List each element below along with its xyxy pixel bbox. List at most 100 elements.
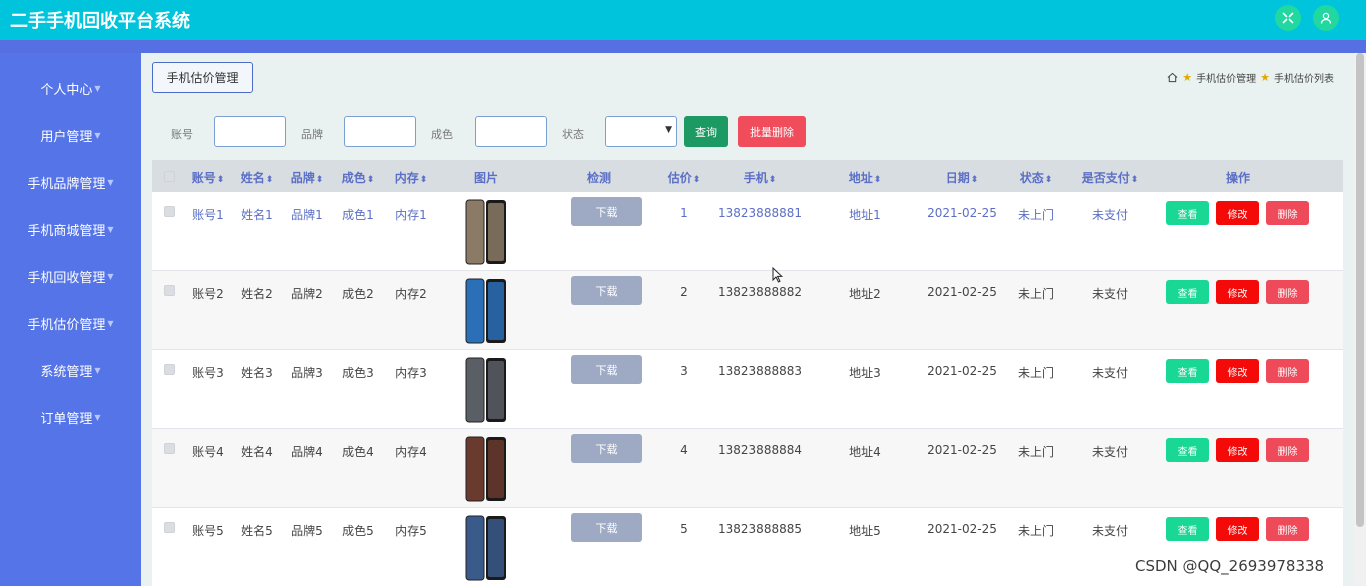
user-icon[interactable] [1313,5,1339,31]
col-name[interactable]: 姓名⬍ [241,169,274,186]
breadcrumb: ★ 手机估价管理 ★ 手机估价列表 [1167,70,1334,85]
row-checkbox[interactable] [164,364,175,375]
account-label: 账号 [171,128,193,141]
cell-brand: 品牌4 [291,445,323,459]
chevron-down-icon: ▼ [94,366,101,375]
delete-button[interactable]: 删除 [1266,517,1309,541]
condition-label: 成色 [431,128,453,141]
sidebar-item-recycle-management[interactable]: 手机回收管理 ▼ [0,253,141,300]
condition-input[interactable] [475,116,547,147]
edit-button[interactable]: 修改 [1216,438,1259,462]
home-icon[interactable] [1167,72,1178,83]
edit-button[interactable]: 修改 [1216,280,1259,304]
download-button[interactable]: 下载 [571,434,642,463]
fullscreen-icon[interactable] [1275,5,1301,31]
view-button[interactable]: 查看 [1166,280,1209,304]
col-price[interactable]: 估价⬍ [668,169,701,186]
delete-button[interactable]: 删除 [1266,280,1309,304]
cell-address: 地址5 [849,524,881,538]
cell-price: 4 [680,443,688,457]
col-status[interactable]: 状态⬍ [1020,169,1053,186]
sidebar-item-order-management[interactable]: 订单管理 ▼ [0,394,141,441]
chevron-down-icon: ▼ [107,319,114,328]
view-button[interactable]: 查看 [1166,359,1209,383]
col-phone[interactable]: 手机⬍ [744,169,777,186]
watermark: CSDN @QQ_2693978338 [1135,557,1325,575]
view-button[interactable]: 查看 [1166,201,1209,225]
phone-image [450,433,521,504]
top-bar: 二手手机回收平台系统 [0,0,1366,40]
col-memory-label: 内存 [394,171,419,185]
query-button[interactable]: 查询 [684,116,728,147]
sidebar-item-label: 手机估价管理 [27,318,106,333]
sort-icon: ⬍ [873,175,882,185]
cell-account: 账号1 [192,208,224,222]
col-date[interactable]: 日期⬍ [946,169,979,186]
vertical-scrollbar[interactable] [1354,53,1366,586]
chevron-down-icon: ▼ [107,225,114,234]
cell-phone: 13823888884 [718,443,802,457]
cell-paid: 未支付 [1091,524,1129,538]
select-all-checkbox[interactable] [164,171,175,182]
sidebar-item-label: 订单管理 [40,412,93,427]
cell-memory: 内存2 [395,287,427,301]
download-button[interactable]: 下载 [571,197,642,226]
sidebar-item-brand-management[interactable]: 手机品牌管理 ▼ [0,159,141,206]
sidebar-item-system-management[interactable]: 系统管理 ▼ [0,347,141,394]
brand-input[interactable] [344,116,416,147]
cell-account: 账号5 [192,524,224,538]
sidebar-item-label: 手机品牌管理 [27,177,106,192]
cell-brand: 品牌1 [291,208,323,222]
breadcrumb-item[interactable]: 手机估价管理 [1196,70,1256,85]
sort-icon: ⬍ [366,175,375,185]
delete-button[interactable]: 删除 [1266,201,1309,225]
cell-account: 账号4 [192,445,224,459]
cell-phone: 13823888881 [718,206,802,220]
phone-image [450,275,521,346]
delete-button[interactable]: 删除 [1266,438,1309,462]
main-content: 手机估价管理 ★ 手机估价管理 ★ 手机估价列表 账号 品牌 成色 状态 ▼ 查… [141,53,1354,586]
page-tag[interactable]: 手机估价管理 [152,62,253,93]
sidebar-item-personal-center[interactable]: 个人中心 ▼ [0,65,141,112]
sidebar-item-label: 手机商城管理 [27,224,106,239]
download-button[interactable]: 下载 [571,513,642,542]
download-button[interactable]: 下载 [571,276,642,305]
sidebar-item-valuation-management[interactable]: 手机估价管理 ▼ [0,300,141,347]
view-button[interactable]: 查看 [1166,517,1209,541]
sidebar-item-label: 个人中心 [40,83,93,98]
cell-condition: 成色2 [342,287,374,301]
col-phone-label: 手机 [743,171,768,185]
cell-date: 2021-02-25 [927,285,997,299]
cell-name: 姓名3 [241,366,273,380]
cell-condition: 成色4 [342,445,374,459]
col-brand[interactable]: 品牌⬍ [291,169,324,186]
chevron-down-icon: ▼ [107,272,114,281]
edit-button[interactable]: 修改 [1216,517,1259,541]
col-account[interactable]: 账号⬍ [192,169,225,186]
row-checkbox[interactable] [164,522,175,533]
col-paid[interactable]: 是否支付⬍ [1082,169,1139,186]
col-address[interactable]: 地址⬍ [849,169,882,186]
col-memory[interactable]: 内存⬍ [395,169,428,186]
edit-button[interactable]: 修改 [1216,201,1259,225]
valuation-table: 账号⬍ 姓名⬍ 品牌⬍ 成色⬍ 内存⬍ 图片 检测 估价⬍ 手机⬍ 地址⬍ 日期… [152,160,1343,586]
sidebar-item-user-management[interactable]: 用户管理 ▼ [0,112,141,159]
sidebar-item-mall-management[interactable]: 手机商城管理 ▼ [0,206,141,253]
chevron-down-icon: ▼ [94,413,101,422]
status-select[interactable]: ▼ [605,116,677,147]
download-button[interactable]: 下载 [571,355,642,384]
scrollbar-thumb[interactable] [1356,53,1364,527]
row-checkbox[interactable] [164,206,175,217]
account-input[interactable] [214,116,286,147]
edit-button[interactable]: 修改 [1216,359,1259,383]
mouse-cursor-icon [772,267,784,283]
sort-icon: ⬍ [692,175,701,185]
delete-button[interactable]: 删除 [1266,359,1309,383]
cell-price: 1 [680,206,688,220]
view-button[interactable]: 查看 [1166,438,1209,462]
col-brand-label: 品牌 [290,171,315,185]
col-condition[interactable]: 成色⬍ [342,169,375,186]
batch-delete-button[interactable]: 批量删除 [738,116,806,147]
row-checkbox[interactable] [164,443,175,454]
row-checkbox[interactable] [164,285,175,296]
